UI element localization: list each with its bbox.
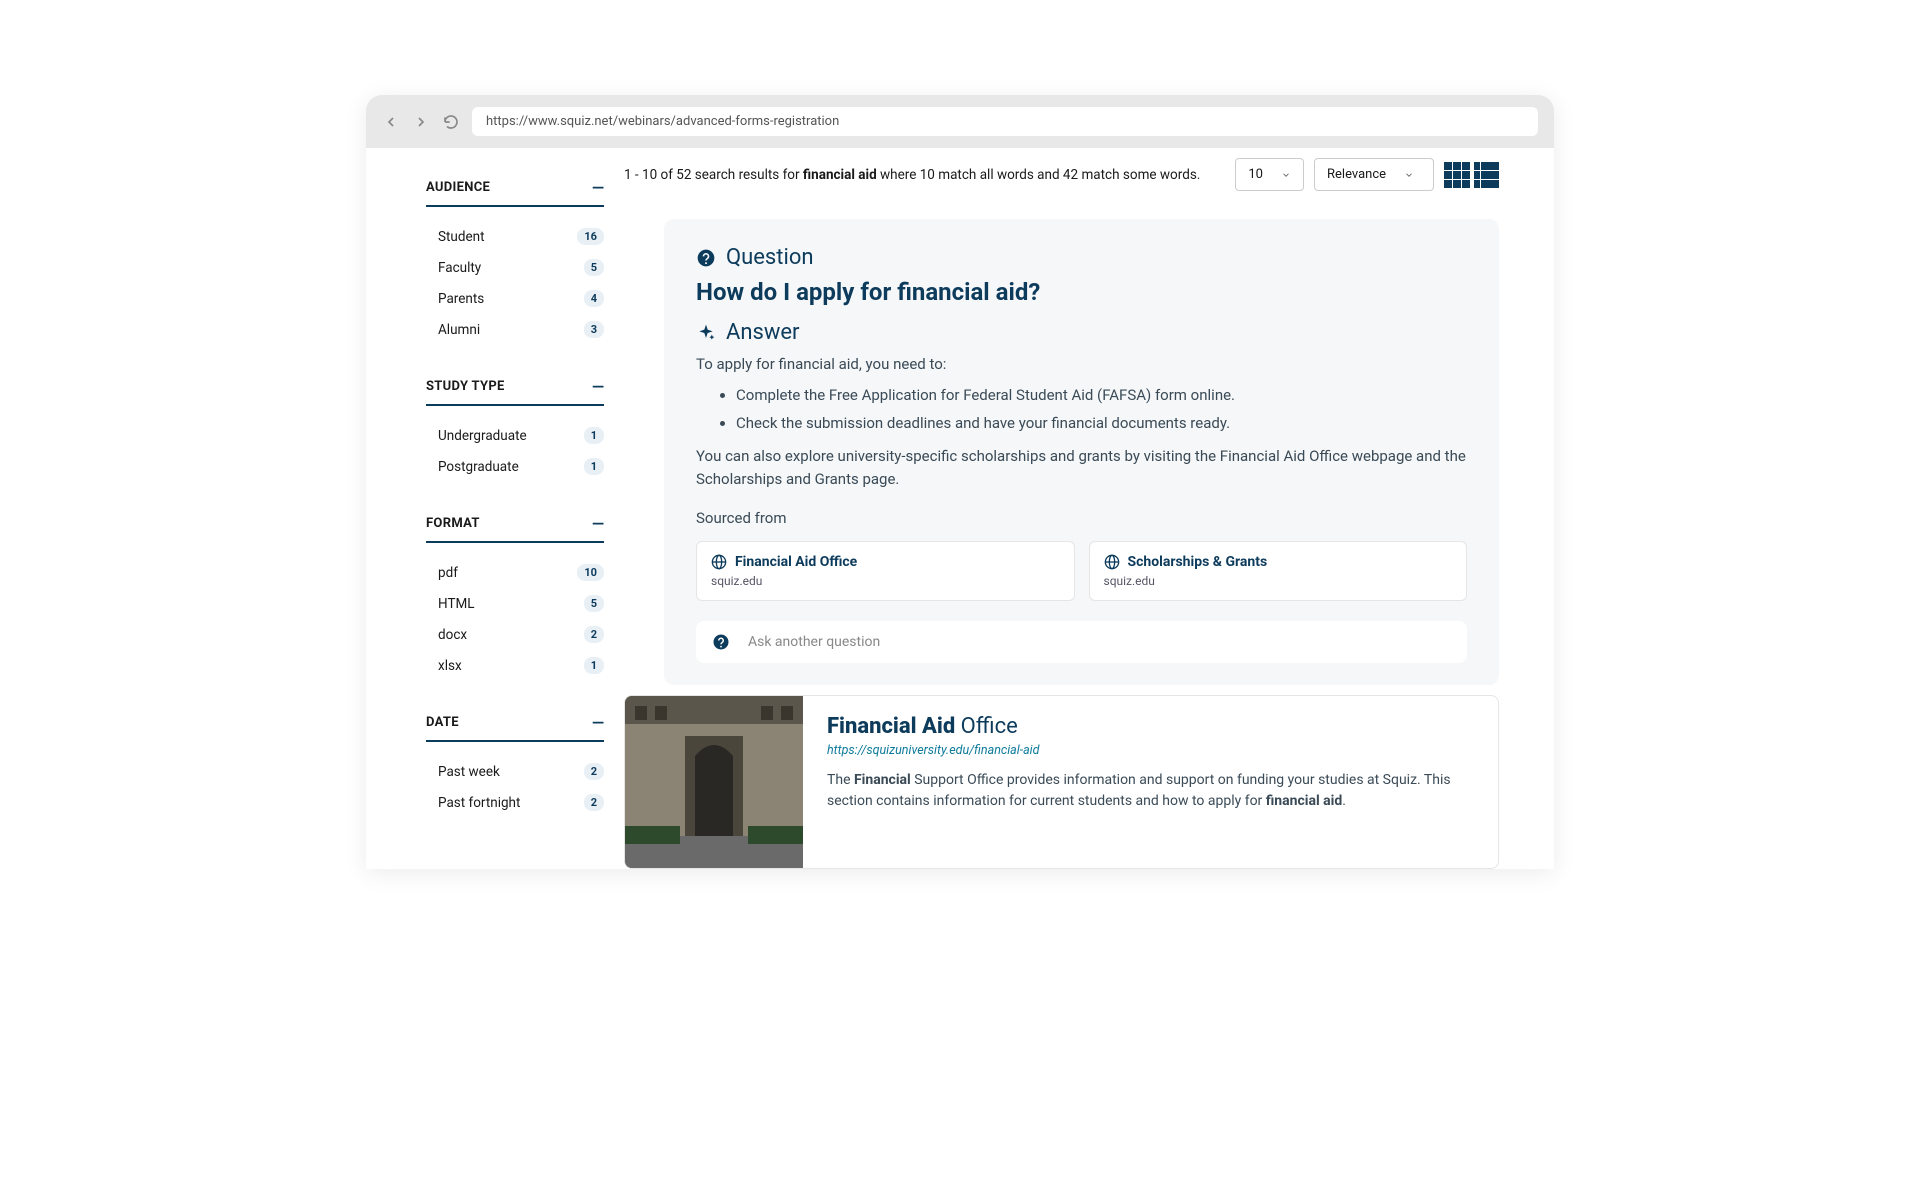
- answer-bullet: Complete the Free Application for Federa…: [736, 384, 1467, 407]
- facet-count-badge: 10: [577, 564, 604, 581]
- results-summary: 1 - 10 of 52 search results for financia…: [624, 167, 1219, 183]
- result-description: The Financial Support Office provides in…: [827, 770, 1474, 812]
- back-button[interactable]: [382, 113, 400, 131]
- facet-title: AUDIENCE: [426, 180, 490, 195]
- ask-another-input[interactable]: Ask another question: [696, 621, 1467, 663]
- facet-item-label: Postgraduate: [438, 459, 519, 475]
- facet-count-badge: 16: [577, 228, 604, 245]
- collapse-icon[interactable]: —: [592, 178, 604, 197]
- browser-toolbar: https://www.squiz.net/webinars/advanced-…: [366, 95, 1554, 148]
- facet-item[interactable]: xlsx 1: [366, 650, 614, 681]
- question-icon: [712, 633, 730, 651]
- facet-count-badge: 5: [584, 595, 604, 612]
- facet-item-label: Student: [438, 229, 485, 245]
- facet-item[interactable]: docx 2: [366, 619, 614, 650]
- answer-body: To apply for financial aid, you need to:…: [696, 353, 1467, 491]
- result-url: https://squizuniversity.edu/financial-ai…: [827, 743, 1474, 758]
- source-title: Financial Aid Office: [735, 554, 857, 570]
- facet-sidebar: AUDIENCE — Student 16 Faculty 5 Parents 4 Alumni…: [366, 148, 614, 869]
- facet-item-label: HTML: [438, 596, 475, 612]
- globe-icon: [711, 554, 727, 570]
- facet-item-label: Faculty: [438, 260, 481, 276]
- facet-group: STUDY TYPE — Undergraduate 1 Postgraduate 1: [366, 377, 614, 482]
- facet-item[interactable]: Postgraduate 1: [366, 451, 614, 482]
- facet-item-label: docx: [438, 627, 467, 643]
- source-domain: squiz.edu: [1104, 574, 1453, 588]
- facet-item[interactable]: Alumni 3: [366, 314, 614, 345]
- qa-card: Question How do I apply for financial ai…: [664, 219, 1499, 685]
- sort-select[interactable]: Relevance: [1314, 158, 1434, 191]
- facet-item[interactable]: Faculty 5: [366, 252, 614, 283]
- per-page-select[interactable]: 10: [1235, 158, 1304, 191]
- answer-label: Answer: [696, 320, 1467, 345]
- sparkle-icon: [696, 323, 716, 343]
- collapse-icon[interactable]: —: [592, 514, 604, 533]
- facet-count-badge: 2: [584, 763, 604, 780]
- facet-item-label: Past week: [438, 764, 500, 780]
- facet-count-badge: 1: [584, 427, 604, 444]
- facet-count-badge: 5: [584, 259, 604, 276]
- facet-item-label: Parents: [438, 291, 484, 307]
- result-thumbnail: [625, 696, 803, 868]
- list-view-button[interactable]: [1474, 162, 1499, 188]
- sourced-from-label: Sourced from: [696, 509, 1467, 527]
- facet-count-badge: 1: [584, 458, 604, 475]
- search-result[interactable]: Financial Aid Office https://squizuniver…: [624, 695, 1499, 869]
- globe-icon: [1104, 554, 1120, 570]
- facet-group: DATE — Past week 2 Past fortnight 2: [366, 713, 614, 818]
- url-bar[interactable]: https://www.squiz.net/webinars/advanced-…: [472, 107, 1538, 136]
- question-text: How do I apply for financial aid?: [696, 278, 1467, 306]
- facet-title: DATE: [426, 715, 459, 730]
- facet-item-label: xlsx: [438, 658, 462, 674]
- facet-group: FORMAT — pdf 10 HTML 5 docx 2 xlsx 1: [366, 514, 614, 681]
- browser-window: https://www.squiz.net/webinars/advanced-…: [366, 95, 1554, 869]
- facet-item[interactable]: HTML 5: [366, 588, 614, 619]
- grid-view-button[interactable]: [1444, 162, 1470, 188]
- reload-button[interactable]: [442, 113, 460, 131]
- question-icon: [696, 248, 716, 268]
- main-content: 1 - 10 of 52 search results for financia…: [614, 148, 1554, 869]
- answer-bullet: Check the submission deadlines and have …: [736, 412, 1467, 435]
- facet-item-label: pdf: [438, 565, 458, 581]
- result-title: Financial Aid Office: [827, 714, 1474, 739]
- facet-title: FORMAT: [426, 516, 480, 531]
- collapse-icon[interactable]: —: [592, 713, 604, 732]
- facet-item[interactable]: Undergraduate 1: [366, 420, 614, 451]
- facet-item-label: Alumni: [438, 322, 480, 338]
- source-title: Scholarships & Grants: [1128, 554, 1268, 570]
- source-card[interactable]: Financial Aid Office squiz.edu: [696, 541, 1075, 601]
- facet-item-label: Past fortnight: [438, 795, 520, 811]
- source-domain: squiz.edu: [711, 574, 1060, 588]
- facet-item[interactable]: Past week 2: [366, 756, 614, 787]
- forward-button[interactable]: [412, 113, 430, 131]
- source-card[interactable]: Scholarships & Grants squiz.edu: [1089, 541, 1468, 601]
- facet-count-badge: 4: [584, 290, 604, 307]
- facet-count-badge: 3: [584, 321, 604, 338]
- facet-count-badge: 2: [584, 626, 604, 643]
- facet-group: AUDIENCE — Student 16 Faculty 5 Parents 4 Alumni…: [366, 178, 614, 345]
- facet-item[interactable]: Student 16: [366, 221, 614, 252]
- facet-title: STUDY TYPE: [426, 379, 505, 394]
- facet-count-badge: 1: [584, 657, 604, 674]
- facet-item[interactable]: pdf 10: [366, 557, 614, 588]
- collapse-icon[interactable]: —: [592, 377, 604, 396]
- facet-item[interactable]: Past fortnight 2: [366, 787, 614, 818]
- facet-item[interactable]: Parents 4: [366, 283, 614, 314]
- facet-count-badge: 2: [584, 794, 604, 811]
- facet-item-label: Undergraduate: [438, 428, 527, 444]
- question-label: Question: [696, 245, 1467, 270]
